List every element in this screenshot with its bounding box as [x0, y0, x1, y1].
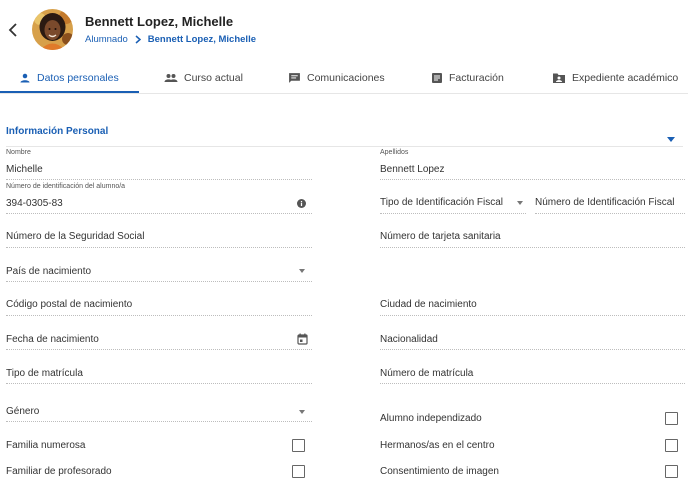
chevron-left-icon [8, 23, 17, 37]
tipo-identificacion-fiscal-placeholder: Tipo de Identificación Fiscal [380, 197, 504, 208]
tab-curso-actual[interactable]: Curso actual [164, 63, 243, 93]
tab-label: Comunicaciones [307, 72, 385, 84]
numero-matricula-placeholder: Número de matrícula [380, 368, 474, 379]
tab-datos-personales[interactable]: Datos personales [19, 63, 119, 93]
group-icon [164, 74, 178, 82]
numero-identificacion-fiscal-field[interactable]: Número de Identificación Fiscal [535, 182, 685, 214]
message-icon [289, 73, 300, 83]
nacionalidad-placeholder: Nacionalidad [380, 334, 438, 345]
apellidos-label: Apellidos [380, 149, 409, 156]
dropdown-caret-icon [299, 269, 305, 273]
nombre-value: Michelle [6, 164, 43, 175]
back-button[interactable] [6, 20, 20, 40]
breadcrumb-current: Bennett Lopez, Michelle [147, 34, 256, 45]
numero-identificacion-fiscal-placeholder: Número de Identificación Fiscal [535, 197, 675, 208]
receipt-icon [432, 73, 442, 83]
collapse-caret-icon[interactable] [667, 129, 675, 147]
alumno-independizado-label: Alumno independizado [380, 413, 482, 424]
fecha-nacimiento-field[interactable]: Fecha de nacimiento [6, 318, 312, 350]
apellidos-value: Bennett Lopez [380, 164, 445, 175]
tarjeta-sanitaria-placeholder: Número de tarjeta sanitaria [380, 231, 501, 242]
numero-matricula-field[interactable]: Número de matrícula [380, 352, 685, 384]
avatar [32, 9, 73, 50]
section-divider [6, 146, 683, 147]
tab-comunicaciones[interactable]: Comunicaciones [288, 63, 385, 93]
numero-identificacion-value: 394-0305-83 [6, 198, 63, 209]
tab-label: Facturación [449, 72, 504, 84]
tab-expediente-academico[interactable]: Expediente académico [552, 63, 678, 93]
tipo-matricula-field[interactable]: Tipo de matrícula [6, 352, 312, 384]
pais-nacimiento-placeholder: País de nacimiento [6, 266, 92, 277]
seguridad-social-field[interactable]: Número de la Seguridad Social [6, 216, 312, 248]
dropdown-caret-icon [299, 410, 305, 414]
tab-label: Curso actual [184, 72, 243, 84]
student-photo [32, 9, 73, 50]
familiar-profesorado-checkbox[interactable] [292, 465, 305, 478]
nombre-label: Nombre [6, 149, 31, 156]
tab-facturacion[interactable]: Facturación [431, 63, 504, 93]
folder-account-icon [553, 73, 565, 83]
ciudad-nacimiento-field[interactable]: Ciudad de nacimiento [380, 284, 685, 316]
person-icon [20, 73, 30, 83]
numero-identificacion-field[interactable]: Número de identificación del alumno/a 39… [6, 182, 312, 214]
info-icon[interactable] [297, 199, 306, 208]
familiar-profesorado-label: Familiar de profesorado [6, 466, 112, 477]
nombre-field[interactable]: Nombre Michelle [6, 148, 312, 180]
nacionalidad-field[interactable]: Nacionalidad [380, 318, 685, 350]
codigo-postal-nacimiento-field[interactable]: Código postal de nacimiento [6, 284, 312, 316]
apellidos-field[interactable]: Apellidos Bennett Lopez [380, 148, 685, 180]
breadcrumb-parent-link[interactable]: Alumnado [85, 34, 128, 45]
pais-nacimiento-select[interactable]: País de nacimiento [6, 250, 312, 282]
tarjeta-sanitaria-field[interactable]: Número de tarjeta sanitaria [380, 216, 685, 248]
hermanos-centro-checkbox[interactable] [665, 439, 678, 452]
tab-label: Datos personales [37, 72, 119, 84]
tipo-matricula-placeholder: Tipo de matrícula [6, 368, 83, 379]
page-title: Bennett Lopez, Michelle [85, 14, 234, 29]
genero-placeholder: Género [6, 406, 40, 417]
tipo-identificacion-fiscal-select[interactable]: Tipo de Identificación Fiscal [380, 182, 526, 214]
section-title[interactable]: Información Personal [6, 126, 108, 137]
chevron-right-icon [135, 35, 141, 44]
seguridad-social-placeholder: Número de la Seguridad Social [6, 231, 145, 242]
numero-identificacion-label: Número de identificación del alumno/a [6, 183, 126, 190]
consentimiento-imagen-checkbox[interactable] [665, 465, 678, 478]
calendar-icon[interactable] [297, 333, 308, 345]
fecha-nacimiento-placeholder: Fecha de nacimiento [6, 334, 99, 345]
genero-select[interactable]: Género [6, 390, 312, 422]
consentimiento-imagen-label: Consentimiento de imagen [380, 466, 499, 477]
breadcrumb: Alumnado Bennett Lopez, Michelle [85, 34, 256, 45]
tab-label: Expediente académico [572, 72, 679, 84]
tabs-divider [0, 93, 688, 94]
alumno-independizado-checkbox[interactable] [665, 412, 678, 425]
dropdown-caret-icon [517, 201, 523, 205]
hermanos-centro-label: Hermanos/as en el centro [380, 440, 495, 451]
codigo-postal-nacimiento-placeholder: Código postal de nacimiento [6, 299, 133, 310]
familia-numerosa-label: Familia numerosa [6, 440, 86, 451]
familia-numerosa-checkbox[interactable] [292, 439, 305, 452]
ciudad-nacimiento-placeholder: Ciudad de nacimiento [380, 299, 477, 310]
